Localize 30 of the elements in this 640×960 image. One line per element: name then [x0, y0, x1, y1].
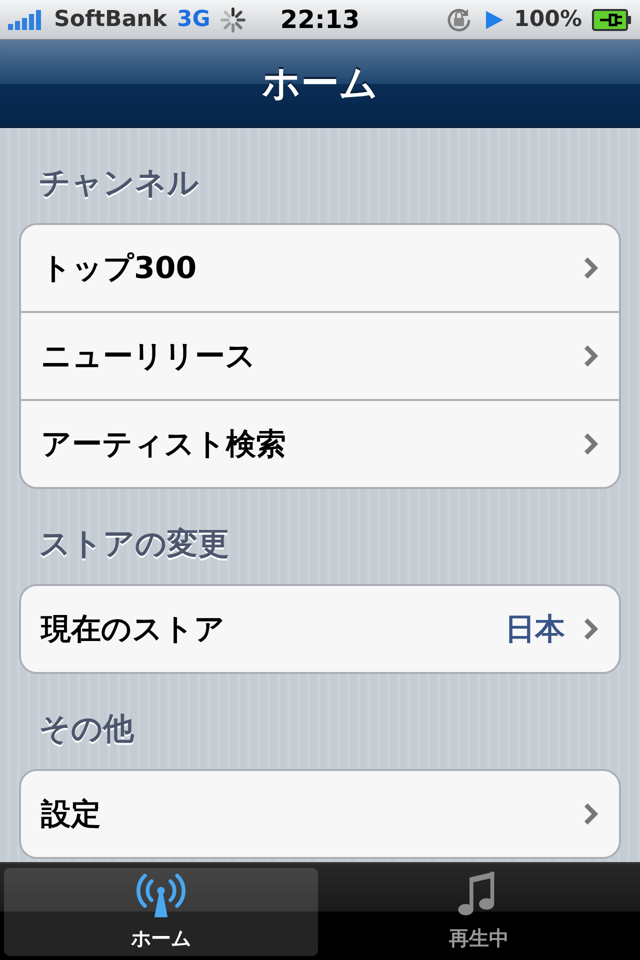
row-label: トップ300 [41, 250, 198, 288]
signal-icon [8, 10, 44, 30]
chevron-icon [583, 432, 599, 456]
row-label: ニューリリース [41, 338, 257, 376]
chevron-icon [583, 256, 599, 280]
clock-time: 22:13 [280, 5, 360, 34]
carrier-name: SoftBank [54, 7, 167, 32]
row-label: 現在のストア [41, 610, 226, 648]
section-header: ストアの変更 [38, 526, 229, 562]
table-row[interactable]: 設定 [21, 771, 619, 857]
table-row[interactable]: トップ300 [21, 225, 619, 311]
battery-charging-icon [592, 8, 632, 30]
section-header: チャンネル [38, 165, 199, 201]
row-value: 日本 [505, 610, 565, 648]
section-header: その他 [38, 711, 134, 747]
network-type: 3G [176, 7, 210, 32]
chevron-icon [583, 802, 599, 826]
table-row[interactable]: アーティスト検索 [21, 399, 619, 487]
row-label: 設定 [41, 796, 102, 834]
chevron-icon [583, 617, 599, 641]
chevron-icon [583, 344, 599, 368]
tab-item[interactable]: ホーム [4, 868, 318, 956]
activity-spinner-icon [220, 6, 246, 32]
battery-percent: 100% [514, 7, 582, 32]
tab-item[interactable]: 再生中 [322, 868, 636, 956]
table-row[interactable]: ニューリリース [21, 311, 619, 399]
row-label: アーティスト検索 [41, 426, 287, 464]
nav-title: ホーム [262, 60, 378, 107]
play-icon [484, 10, 504, 30]
table-row[interactable]: 現在のストア 日本 [21, 586, 619, 672]
